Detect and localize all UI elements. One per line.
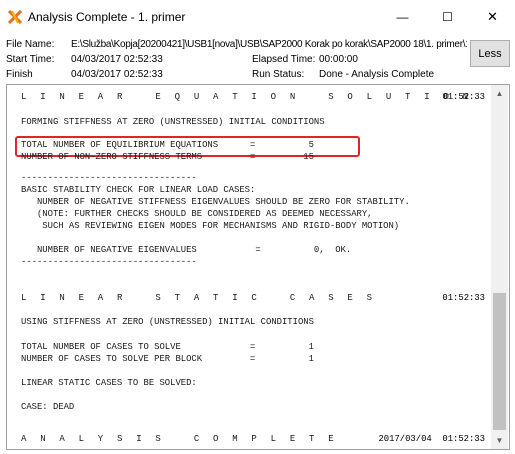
analysis-log-panel: L I N E A R E Q U A T I O N S O L U T I …	[6, 84, 510, 450]
maximize-icon: ☐	[442, 10, 453, 24]
start-time-value: 04/03/2017 02:52:33	[71, 54, 163, 65]
scroll-thumb[interactable]	[493, 293, 506, 430]
log-line: TOTAL NUMBER OF CASES TO SOLVE = 1	[21, 342, 314, 352]
analysis-complete-time: 2017/03/04 01:52:33	[378, 434, 485, 444]
run-status-label: Run Status:	[252, 69, 305, 80]
close-icon: ✕	[487, 9, 498, 24]
linear-equation-heading: L I N E A R E Q U A T I O N S O L U T I …	[21, 92, 473, 102]
run-status-value: Done - Analysis Complete	[319, 69, 435, 80]
title-bar: Analysis Complete - 1. primer — ☐ ✕	[0, 0, 515, 34]
maximize-button[interactable]: ☐	[425, 0, 470, 34]
log-line: USING STIFFNESS AT ZERO (UNSTRESSED) INI…	[21, 317, 314, 327]
divider: ---------------------------------	[21, 257, 197, 267]
minimize-icon: —	[396, 10, 409, 24]
file-name-value: E:\Služba\Kopja[20200421]\USB1[nova]\USB…	[71, 39, 467, 50]
scroll-up-button[interactable]: ▲	[491, 85, 508, 102]
log-line: CASE: DEAD	[21, 402, 75, 412]
window-title: Analysis Complete - 1. primer	[28, 10, 186, 24]
close-button[interactable]: ✕	[470, 0, 515, 34]
chevron-up-icon: ▲	[495, 89, 504, 98]
log-line: LINEAR STATIC CASES TO BE SOLVED:	[21, 378, 197, 388]
finish-value: 04/03/2017 02:52:33	[71, 69, 163, 80]
analysis-log: L I N E A R E Q U A T I O N S O L U T I …	[7, 85, 491, 449]
linear-static-time: 01:52:33	[442, 293, 485, 303]
start-time-label: Start Time:	[6, 54, 55, 65]
analysis-complete-heading: A N A L Y S I S C O M P L E T E	[21, 434, 338, 444]
analysis-info: File Name: E:\Služba\Kopja[20200421]\USB…	[0, 34, 515, 84]
sap2000-app-icon	[8, 10, 22, 24]
elapsed-time-value: 00:00:00	[319, 54, 358, 65]
chevron-down-icon: ▼	[495, 436, 504, 445]
log-line: NUMBER OF NEGATIVE EIGENVALUES = 0, OK.	[21, 245, 352, 255]
log-line: SUCH AS REVIEWING EIGEN MODES FOR MECHAN…	[21, 221, 400, 231]
linear-static-heading: L I N E A R S T A T I C C A S E S	[21, 293, 377, 303]
linear-equation-time: 01:52:33	[442, 92, 485, 102]
elapsed-time-label: Elapsed Time:	[252, 54, 316, 65]
log-line-total-equations: TOTAL NUMBER OF EQUILIBRIUM EQUATIONS = …	[21, 140, 314, 150]
finish-label: Finish	[6, 69, 33, 80]
vertical-scrollbar[interactable]: ▲ ▼	[491, 85, 508, 449]
log-line: (NOTE: FURTHER CHECKS SHOULD BE CONSIDER…	[21, 209, 373, 219]
log-line: NUMBER OF NEGATIVE STIFFNESS EIGENVALUES…	[21, 197, 410, 207]
file-name-label: File Name:	[6, 39, 55, 50]
log-line: BASIC STABILITY CHECK FOR LINEAR LOAD CA…	[21, 185, 256, 195]
less-button[interactable]: Less	[470, 40, 510, 67]
log-line: FORMING STIFFNESS AT ZERO (UNSTRESSED) I…	[21, 117, 325, 127]
scroll-down-button[interactable]: ▼	[491, 432, 508, 449]
log-line: NUMBER OF CASES TO SOLVE PER BLOCK = 1	[21, 354, 314, 364]
log-line: NUMBER OF NON-ZERO STIFFNESS TERMS = 15	[21, 152, 314, 162]
divider: ---------------------------------	[21, 173, 197, 183]
minimize-button[interactable]: —	[380, 0, 425, 34]
